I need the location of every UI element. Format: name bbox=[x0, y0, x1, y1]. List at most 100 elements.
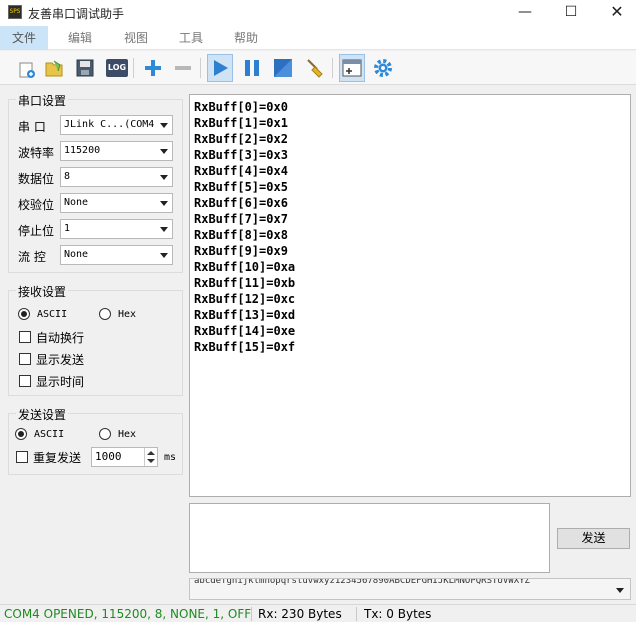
menu-tools[interactable]: 工具 bbox=[167, 26, 215, 50]
chevron-down-icon bbox=[160, 149, 168, 154]
port-select[interactable]: JLink C...(COM4 bbox=[60, 115, 173, 135]
send-text-area[interactable] bbox=[189, 503, 550, 573]
flow-label: 流 控 bbox=[18, 250, 46, 264]
rx-hex-radio[interactable] bbox=[99, 308, 111, 320]
window-title: 友善串口调试助手 bbox=[28, 7, 125, 21]
tx-ascii-radio[interactable] bbox=[15, 428, 27, 440]
menu-view[interactable]: 视图 bbox=[112, 26, 160, 50]
receive-line: RxBuff[11]=0xb bbox=[194, 276, 296, 290]
chevron-down-icon bbox=[160, 201, 168, 206]
parity-select[interactable]: None bbox=[60, 193, 173, 213]
menu-help[interactable]: 帮助 bbox=[222, 26, 270, 50]
close-button[interactable]: ✕ bbox=[594, 0, 636, 24]
show-send-checkbox[interactable] bbox=[19, 353, 31, 365]
menu-edit[interactable]: 编辑 bbox=[56, 26, 104, 50]
interval-stepper[interactable]: 1000 bbox=[91, 447, 158, 467]
pause-button[interactable] bbox=[239, 54, 265, 82]
receive-line: RxBuff[5]=0x5 bbox=[194, 180, 288, 194]
repeat-send-label: 重复发送 bbox=[33, 451, 82, 465]
databits-label: 数据位 bbox=[18, 172, 55, 186]
receive-line: RxBuff[4]=0x4 bbox=[194, 164, 288, 178]
receive-line: RxBuff[0]=0x0 bbox=[194, 100, 288, 114]
stop-button[interactable] bbox=[270, 54, 296, 82]
stop-icon bbox=[274, 59, 292, 77]
clear-button[interactable] bbox=[302, 54, 328, 82]
rx-hex-label: Hex bbox=[118, 309, 137, 320]
chevron-down-icon bbox=[160, 227, 168, 232]
history-value: abcdefghijklmnopqrstuvwxyz1234567890ABCD… bbox=[194, 578, 530, 586]
receive-text-area[interactable]: RxBuff[0]=0x0 RxBuff[1]=0x1 RxBuff[2]=0x2 R… bbox=[189, 94, 631, 497]
rx-ascii-label: ASCII bbox=[37, 309, 68, 320]
minimize-button[interactable]: — bbox=[502, 0, 548, 24]
rx-ascii-radio[interactable] bbox=[18, 308, 30, 320]
tx-hex-label: Hex bbox=[118, 429, 137, 440]
port-label: 串 口 bbox=[18, 120, 46, 134]
chevron-down-icon bbox=[160, 123, 168, 128]
show-time-label: 显示时间 bbox=[36, 375, 85, 389]
settings-button[interactable] bbox=[370, 54, 396, 82]
databits-value: 8 bbox=[64, 171, 71, 182]
receive-line: RxBuff[13]=0xd bbox=[194, 308, 296, 322]
receive-line: RxBuff[8]=0x8 bbox=[194, 228, 288, 242]
stopbits-value: 1 bbox=[64, 223, 71, 234]
receive-line: RxBuff[2]=0x2 bbox=[194, 132, 288, 146]
stepper-up-icon[interactable] bbox=[147, 451, 155, 455]
toolbar: LOG bbox=[0, 51, 636, 85]
save-button[interactable] bbox=[72, 54, 98, 82]
receive-line: RxBuff[6]=0x6 bbox=[194, 196, 288, 210]
receive-line: RxBuff[10]=0xa bbox=[194, 260, 296, 274]
log-button[interactable]: LOG bbox=[104, 54, 130, 82]
auto-wrap-checkbox[interactable] bbox=[19, 331, 31, 343]
show-send-label: 显示发送 bbox=[36, 353, 85, 367]
receive-line: RxBuff[9]=0x9 bbox=[194, 244, 288, 258]
log-icon: LOG bbox=[106, 59, 128, 77]
layout-icon bbox=[342, 59, 362, 77]
remove-button[interactable] bbox=[170, 54, 196, 82]
parity-label: 校验位 bbox=[18, 198, 55, 212]
receive-line: RxBuff[12]=0xc bbox=[194, 292, 296, 306]
receive-line: RxBuff[14]=0xe bbox=[194, 324, 296, 338]
status-tx-bytes: Tx: 0 Bytes bbox=[364, 607, 432, 621]
receive-settings-title: 接收设置 bbox=[16, 283, 69, 300]
remove-icon bbox=[175, 66, 191, 70]
baud-select[interactable]: 115200 bbox=[60, 141, 173, 161]
save-icon bbox=[76, 59, 94, 77]
status-rx-bytes: Rx: 230 Bytes bbox=[258, 607, 342, 621]
flow-select[interactable]: None bbox=[60, 245, 173, 265]
receive-line: RxBuff[1]=0x1 bbox=[194, 116, 288, 130]
chevron-down-icon bbox=[160, 175, 168, 180]
menu-file[interactable]: 文件 bbox=[0, 26, 49, 50]
open-button[interactable] bbox=[42, 54, 68, 82]
add-icon bbox=[145, 60, 161, 76]
play-button[interactable] bbox=[207, 54, 233, 82]
open-folder-icon bbox=[45, 60, 63, 77]
chevron-down-icon bbox=[160, 253, 168, 258]
flow-value: None bbox=[64, 249, 89, 260]
tx-hex-radio[interactable] bbox=[99, 428, 111, 440]
receive-line: RxBuff[7]=0x7 bbox=[194, 212, 288, 226]
maximize-button[interactable]: ☐ bbox=[548, 0, 594, 24]
app-logo-icon: SPS bbox=[8, 5, 22, 19]
add-button[interactable] bbox=[140, 54, 166, 82]
baud-value: 115200 bbox=[64, 145, 101, 156]
databits-select[interactable]: 8 bbox=[60, 167, 173, 187]
stopbits-label: 停止位 bbox=[18, 224, 55, 238]
repeat-send-checkbox[interactable] bbox=[16, 451, 28, 463]
send-button[interactable]: 发送 bbox=[557, 528, 630, 549]
layout-button[interactable] bbox=[339, 54, 365, 82]
status-bar: COM4 OPENED, 115200, 8, NONE, 1, OFF Rx:… bbox=[0, 604, 636, 622]
stopbits-select[interactable]: 1 bbox=[60, 219, 173, 239]
baud-label: 波特率 bbox=[18, 146, 55, 160]
menu-bar: 文件 编辑 视图 工具 帮助 bbox=[0, 26, 636, 50]
pause-icon bbox=[245, 60, 259, 76]
play-icon bbox=[214, 60, 228, 76]
show-time-checkbox[interactable] bbox=[19, 375, 31, 387]
clear-broom-icon bbox=[307, 59, 323, 78]
interval-unit: ms bbox=[164, 452, 177, 463]
stepper-down-icon[interactable] bbox=[147, 459, 155, 463]
new-doc-button[interactable] bbox=[14, 54, 40, 82]
serial-settings-title: 串口设置 bbox=[16, 92, 69, 109]
receive-line: RxBuff[15]=0xf bbox=[194, 340, 296, 354]
send-history-select[interactable]: abcdefghijklmnopqrstuvwxyz1234567890ABCD… bbox=[189, 578, 631, 600]
send-settings-title: 发送设置 bbox=[16, 406, 69, 423]
